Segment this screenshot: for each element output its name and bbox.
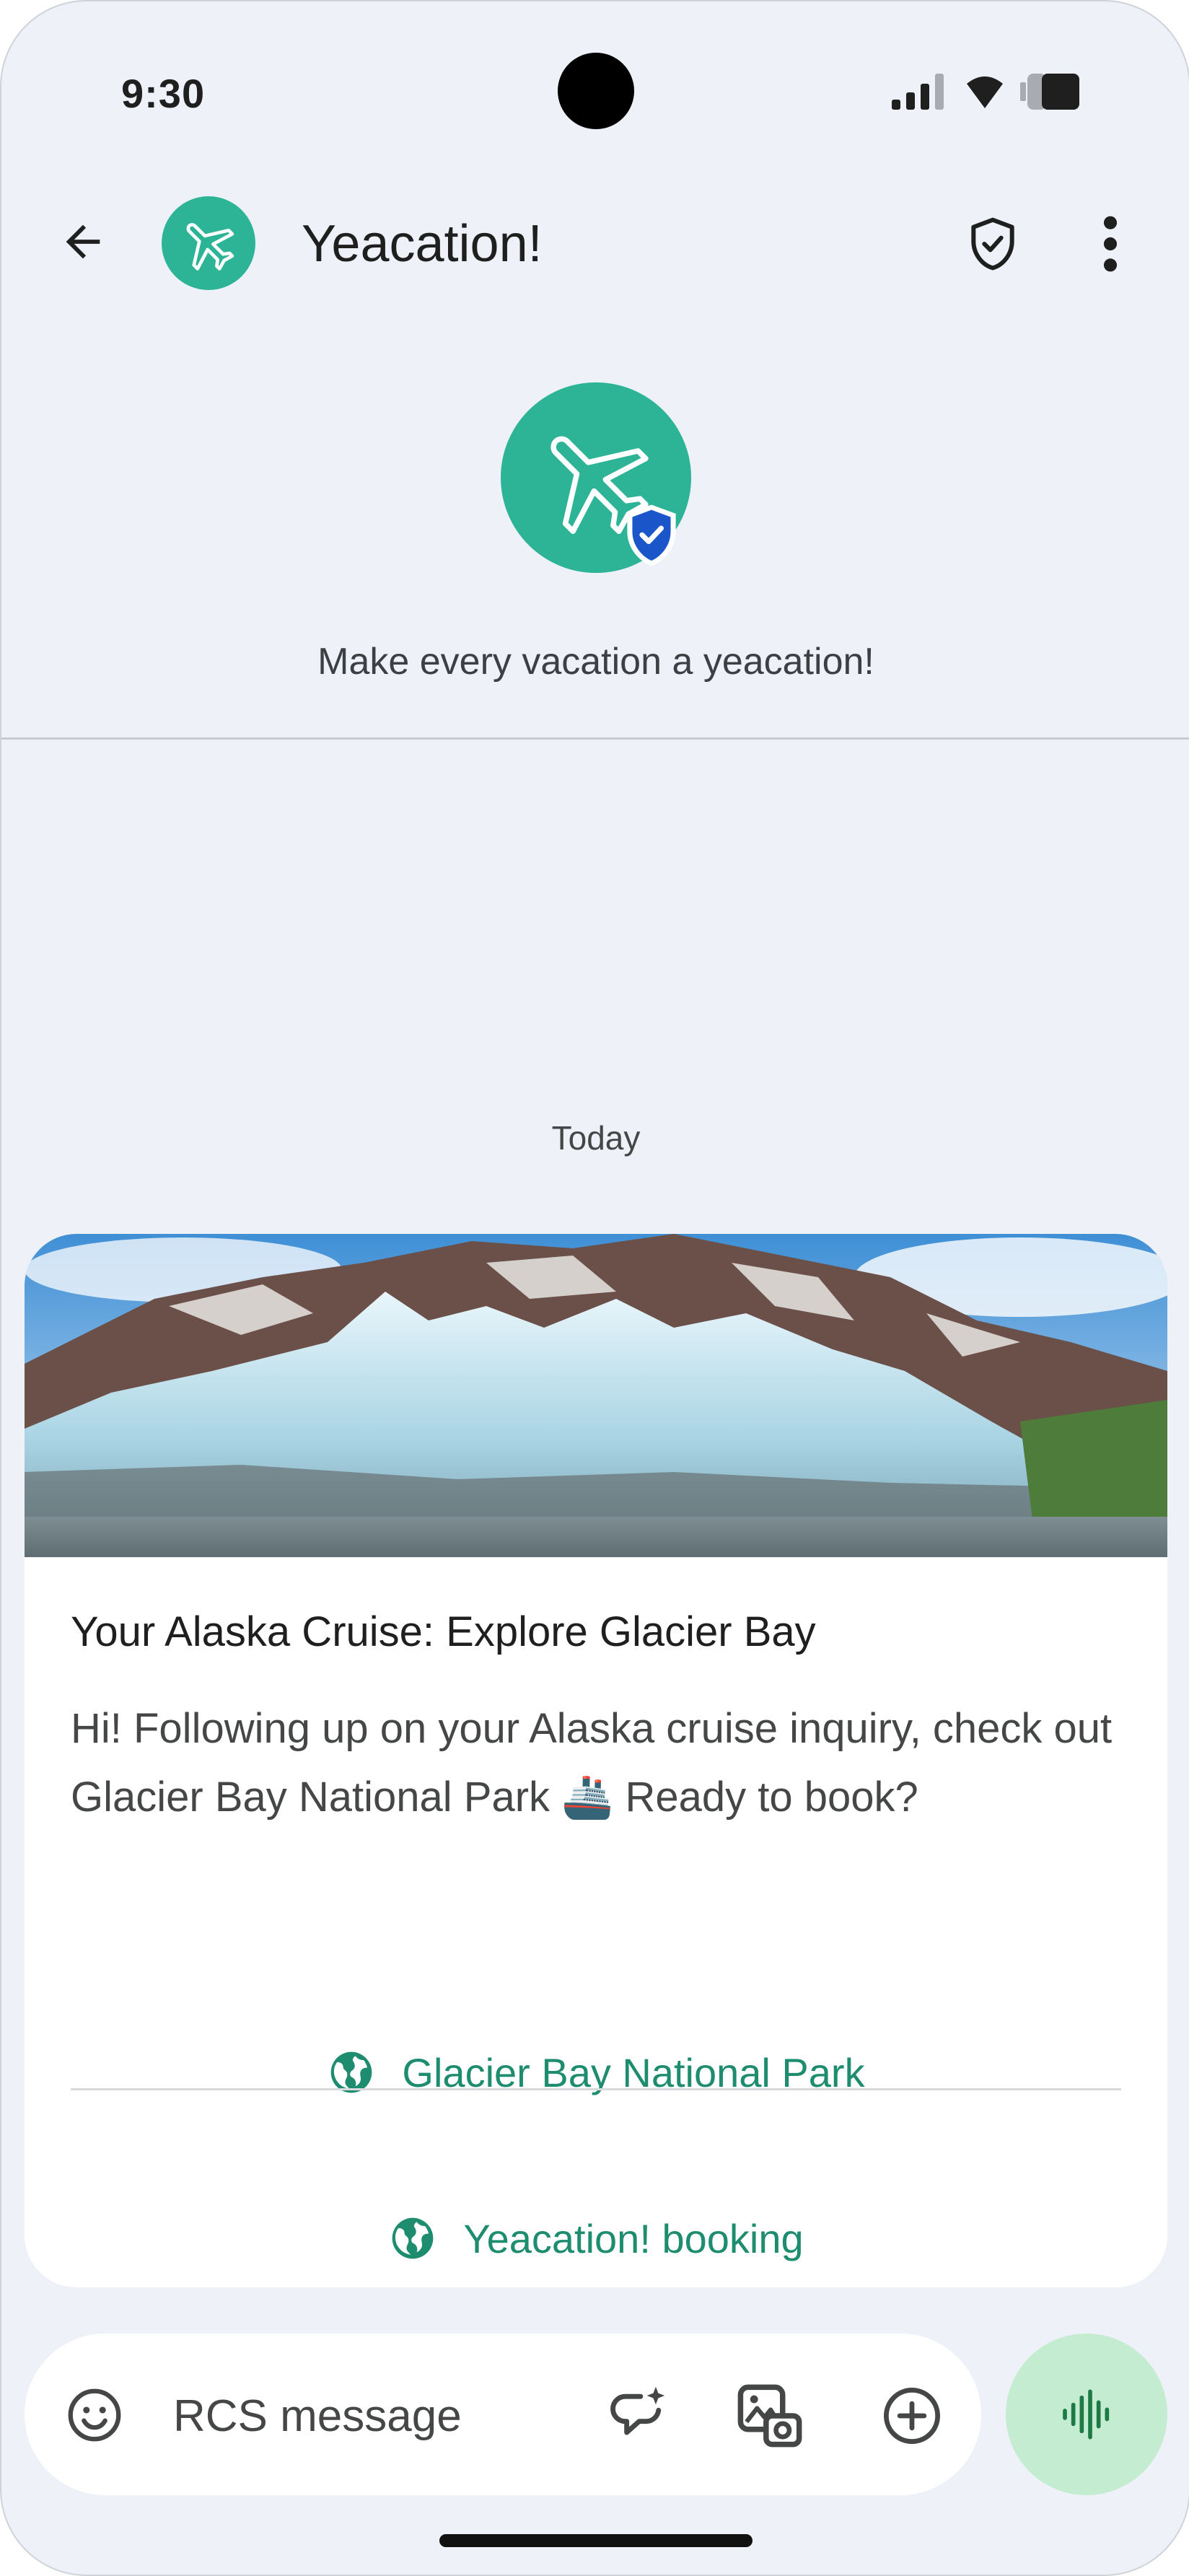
voice-wave-icon	[1063, 2389, 1110, 2440]
signal-icon	[892, 74, 944, 110]
add-circle-icon	[884, 2388, 940, 2444]
sparkle-chat-icon	[610, 2386, 665, 2435]
shield-check-icon	[971, 217, 1014, 271]
suggested-action-glacier-bay[interactable]: Glacier Bay National Park	[71, 2007, 1121, 2137]
voice-message-button[interactable]	[1006, 2334, 1167, 2495]
more-options-button[interactable]	[1079, 211, 1141, 277]
message-input[interactable]	[172, 2384, 492, 2448]
emoji-icon	[68, 2388, 121, 2442]
action-label: Yeacation! booking	[463, 2215, 804, 2261]
gallery-icon	[737, 2384, 802, 2448]
security-button[interactable]	[960, 211, 1026, 277]
card-description: Hi! Following up on your Alaska cruise i…	[71, 1705, 1113, 1821]
action-divider	[71, 2088, 1121, 2090]
business-avatar[interactable]	[162, 196, 255, 290]
phone-screen: 9:30 Yeacation! Make every vacation a ye…	[0, 0, 1189, 2576]
globe-icon	[392, 2217, 434, 2259]
airplane-icon	[186, 223, 234, 271]
ai-compose-button[interactable]	[602, 2380, 674, 2452]
conversation-title: Yeacation!	[302, 215, 543, 273]
status-icons	[892, 74, 1081, 110]
verified-shield-icon	[627, 504, 676, 566]
date-separator: Today	[551, 1119, 641, 1157]
battery-icon	[1020, 74, 1079, 110]
camera-cutout	[558, 53, 634, 129]
status-time: 9:30	[121, 71, 206, 116]
message-composer	[25, 2334, 981, 2495]
add-attachment-button[interactable]	[876, 2380, 948, 2452]
arrow-left-icon	[66, 224, 100, 259]
gallery-button[interactable]	[732, 2378, 807, 2453]
rich-card[interactable]: Your Alaska Cruise: Explore Glacier Bay …	[25, 1234, 1167, 2287]
business-tagline: Make every vacation a yeacation!	[317, 641, 874, 683]
more-vert-icon	[1103, 216, 1118, 272]
emoji-button[interactable]	[62, 2383, 127, 2448]
wifi-icon	[967, 76, 1003, 108]
glacier-image[interactable]	[25, 1234, 1167, 1557]
home-indicator[interactable]	[439, 2534, 753, 2547]
suggested-action-booking[interactable]: Yeacation! booking	[71, 2173, 1121, 2287]
card-title: Your Alaska Cruise: Explore Glacier Bay	[71, 1608, 816, 1655]
conversation-header: Yeacation! Make every vacation a yeacati…	[1, 160, 1189, 740]
back-button[interactable]	[52, 211, 114, 273]
